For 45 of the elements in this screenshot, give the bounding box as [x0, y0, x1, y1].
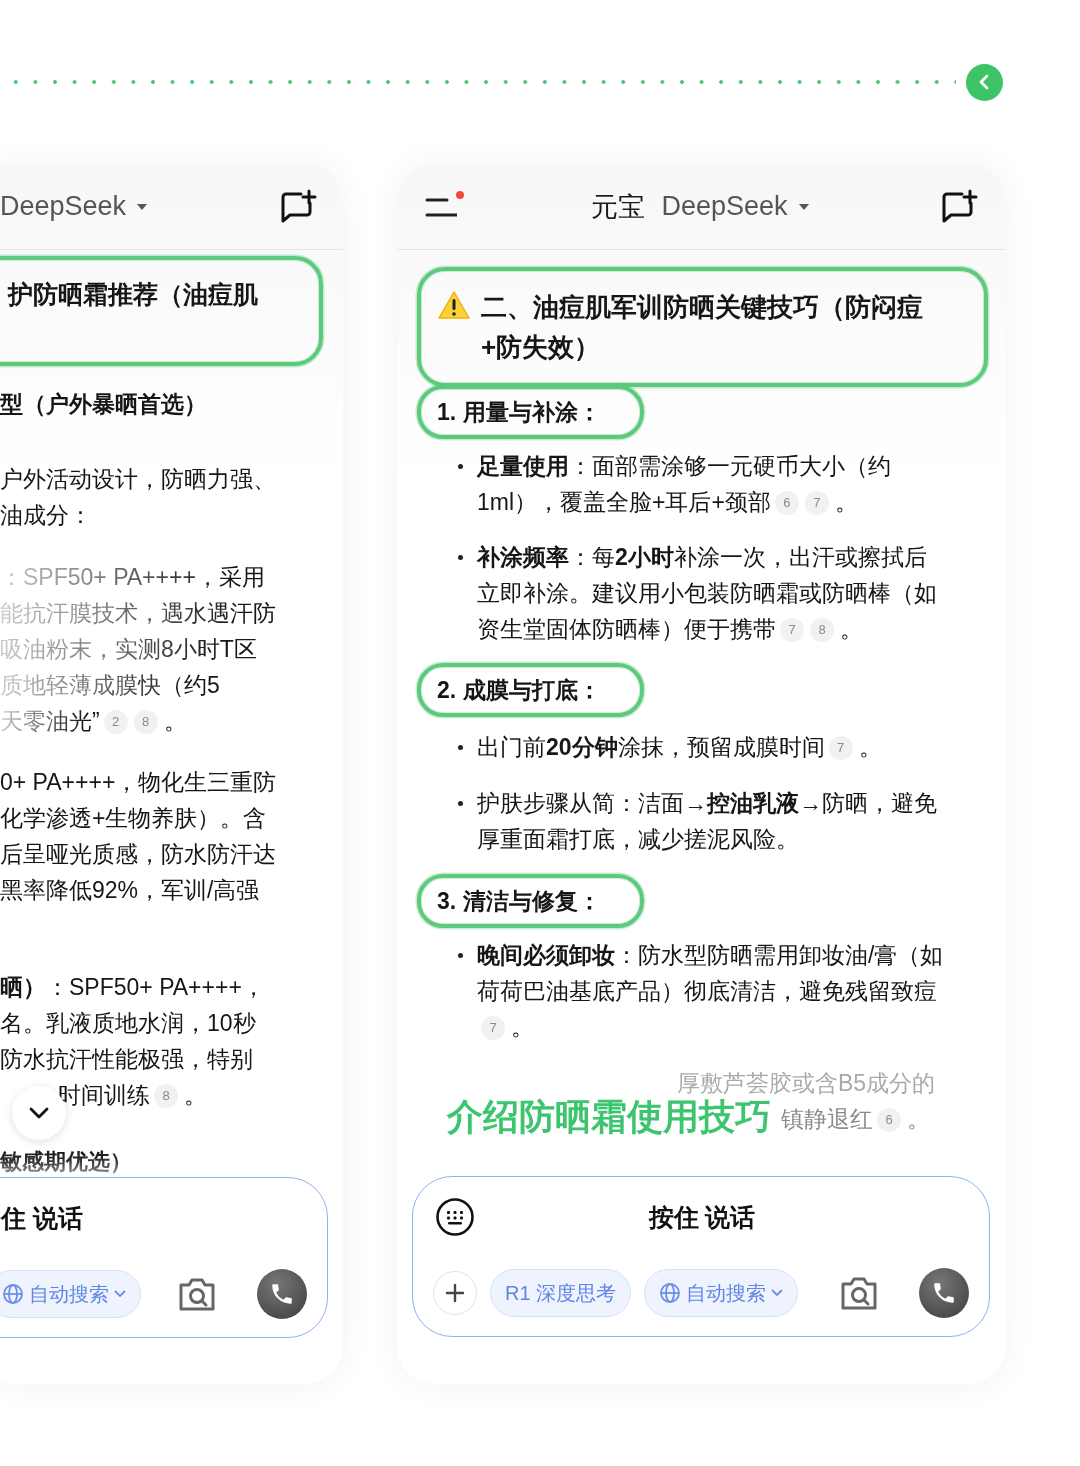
period-text: 。: [163, 708, 187, 734]
text-line: 防水抗汗性能极强，特别: [0, 1046, 253, 1072]
subheading: 敏感期优选）: [0, 1148, 133, 1176]
model-selector[interactable]: DeepSeek: [661, 191, 810, 222]
text-line: ：SPF50+ PA++++，采用: [0, 564, 265, 590]
citation-badge[interactable]: 6: [877, 1108, 901, 1132]
text-line: 厚敷芦荟胶或含B5成分的: [677, 1070, 936, 1096]
text-line: 镇静退红: [781, 1106, 873, 1132]
hold-to-talk-button[interactable]: 按住 说话: [648, 1200, 756, 1234]
deep-think-toggle[interactable]: R1 深度思考: [490, 1269, 632, 1317]
text-line: 晒）：SPF50+ PA++++，: [0, 974, 265, 1000]
bullet-text: 足量使用：面部需涂够一元硬币大小（约1ml），覆盖全脸+耳后+颈部 6 7 。: [477, 452, 892, 517]
bullet-text: 出门前20分钟涂抹，预留成膜时间 7 。: [477, 733, 883, 762]
text-line: 能抗汗膜技术，遇水遇汗防: [0, 600, 276, 626]
text-line: 吸油粉末，实测8小时T区: [0, 636, 257, 662]
bullet-text: 护肤步骤从简：洁面→控油乳液→防晒，避免厚重面霜打底，减少搓泥风险。: [477, 789, 938, 854]
text-line: 黑率降低92%，军训/高强: [0, 877, 260, 903]
period-text: 。: [184, 1082, 207, 1108]
citation-badge[interactable]: 2: [103, 710, 128, 734]
overlay-title: 介绍防晒霜使用技巧: [447, 1095, 771, 1139]
hold-to-talk-button[interactable]: 住 说话: [1, 1201, 83, 1235]
bullet-text: 晚间必须卸妆：防水型防晒需用卸妆油/膏（如荷荷巴油基底产品）彻底清洁，避免残留致痘 7 。: [477, 941, 945, 1042]
text-line: 名。乳液质地水润，10秒: [0, 1010, 256, 1036]
subheading: 1. 用量与补涂：: [417, 385, 644, 439]
text-line: 质地轻薄成膜快（约5: [0, 672, 220, 698]
text-line: 0+ PA++++，物化生三重防: [0, 769, 277, 795]
citation-badge[interactable]: 8: [133, 710, 158, 734]
citation-badge[interactable]: 8: [154, 1084, 178, 1108]
text-line: 天零油光”: [0, 708, 100, 734]
subheading: 2. 成膜与打底：: [417, 663, 644, 717]
section-heading: 二、油痘肌军训防晒关键技巧（防闷痘+防失效）: [481, 291, 924, 364]
model-selector[interactable]: DeepSeek: [0, 191, 149, 222]
subheading: 型（户外暴晒首选）: [0, 390, 208, 419]
auto-search-toggle[interactable]: 自动搜索: [0, 1270, 141, 1318]
bullet-text: 补涂频率：每2小时补涂一次，出汗或擦拭后立即补涂。建议用小包装防晒霜或防晒棒（如资生堂固体防晒棒）便于携带 7 8 。: [477, 543, 938, 644]
subheading: 3. 清洁与修复：: [417, 874, 644, 928]
text-line: 后呈哑光质感，防水防汗达: [0, 841, 276, 867]
text-line: 化学渗透+生物养肤）。含: [0, 805, 267, 831]
period-text: 。: [907, 1106, 930, 1132]
section-heading: 护防晒霜推荐（油痘肌: [8, 279, 258, 310]
app-name: 元宝: [591, 190, 646, 224]
text-line: 户外活动设计，防晒力强、: [0, 466, 276, 492]
auto-search-toggle[interactable]: 自动搜索: [644, 1269, 799, 1317]
text-line: 时间训练: [58, 1082, 150, 1108]
text-line: 油成分：: [0, 502, 92, 528]
